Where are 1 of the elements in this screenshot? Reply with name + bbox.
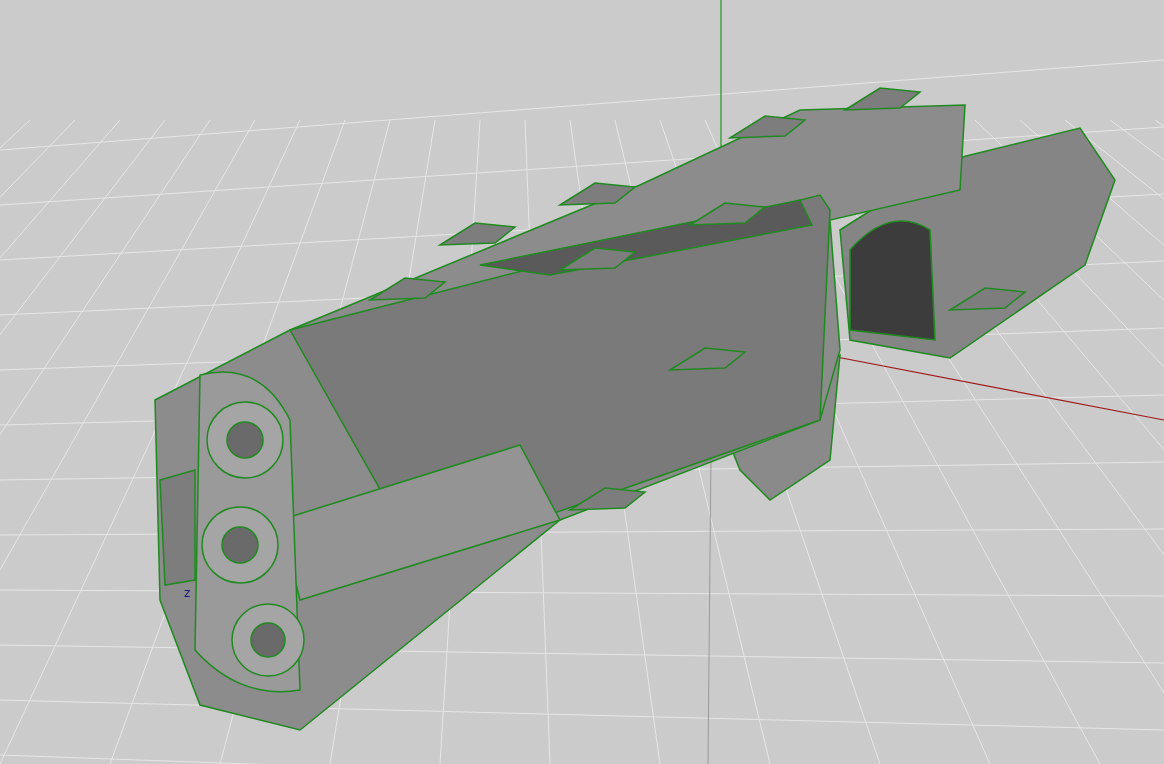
axis-label: z [184,586,191,600]
